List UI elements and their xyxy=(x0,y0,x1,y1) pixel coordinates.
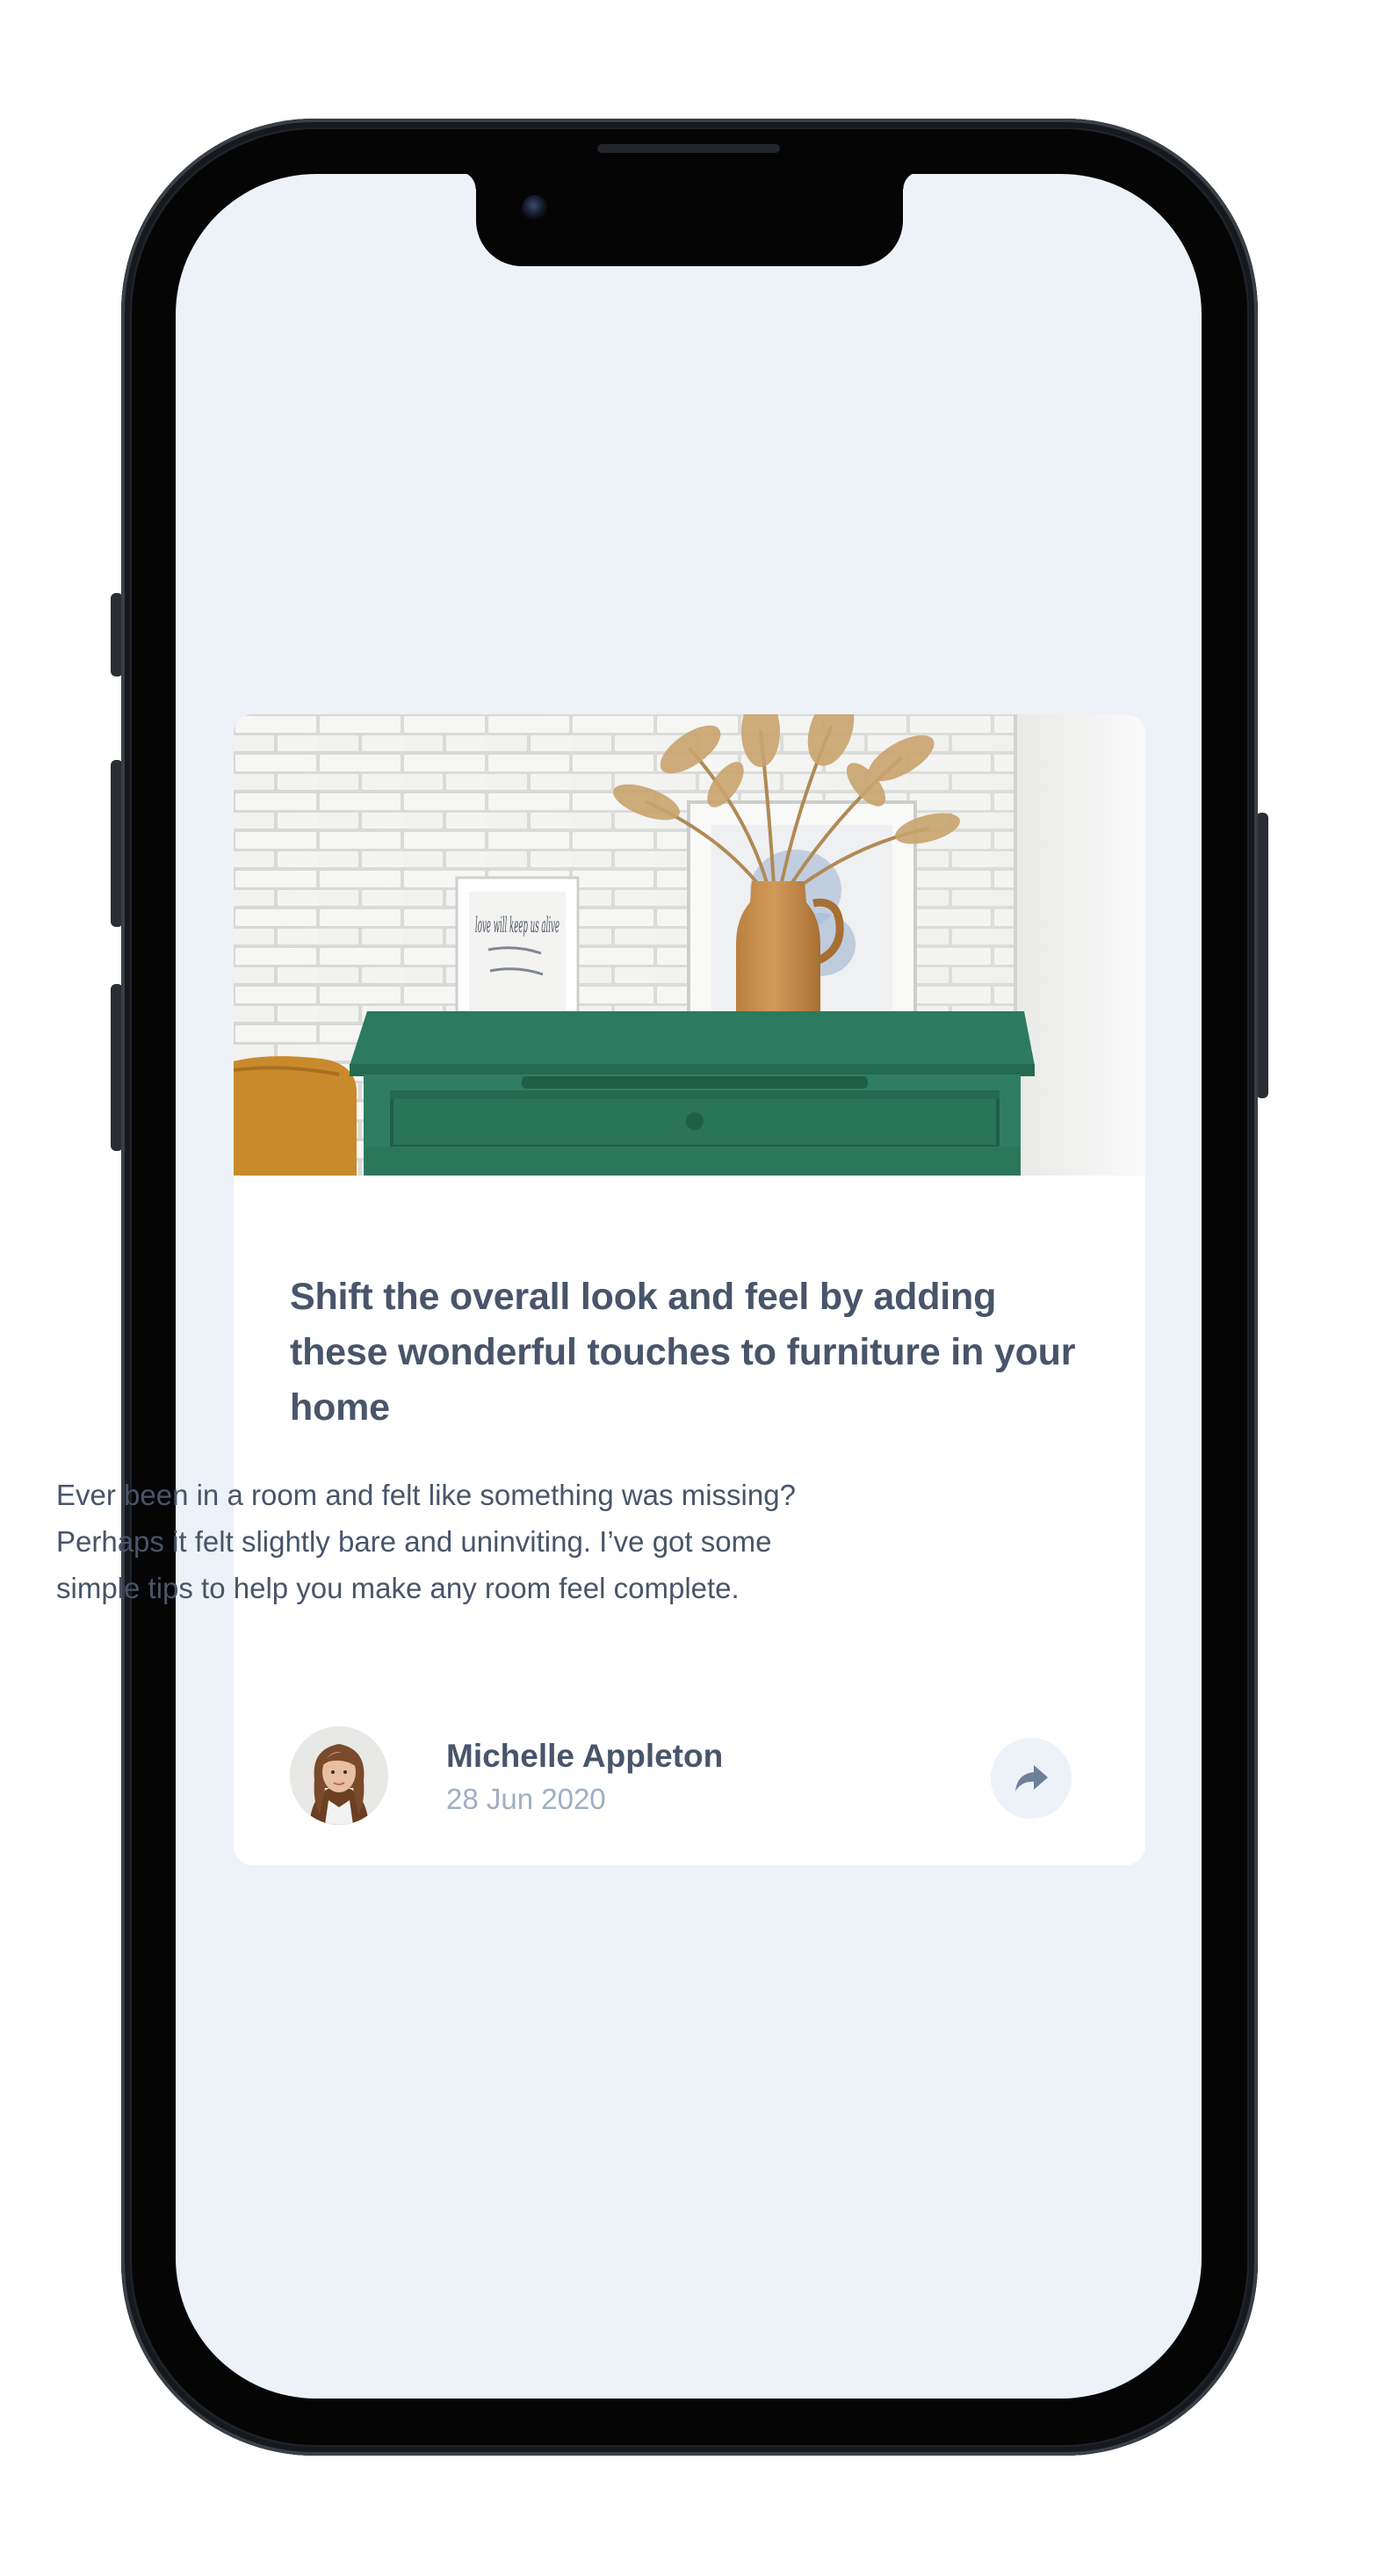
article-author-row: Michelle Appleton 28 Jun 2020 xyxy=(234,714,1145,1865)
share-icon xyxy=(1015,1765,1048,1791)
share-button[interactable] xyxy=(991,1738,1072,1819)
author-name: Michelle Appleton xyxy=(446,1738,724,1774)
publish-date: 28 Jun 2020 xyxy=(446,1783,606,1815)
author-avatar xyxy=(290,1726,388,1825)
power-button xyxy=(1256,813,1268,1098)
front-camera xyxy=(522,195,548,221)
earpiece-speaker xyxy=(597,144,780,153)
